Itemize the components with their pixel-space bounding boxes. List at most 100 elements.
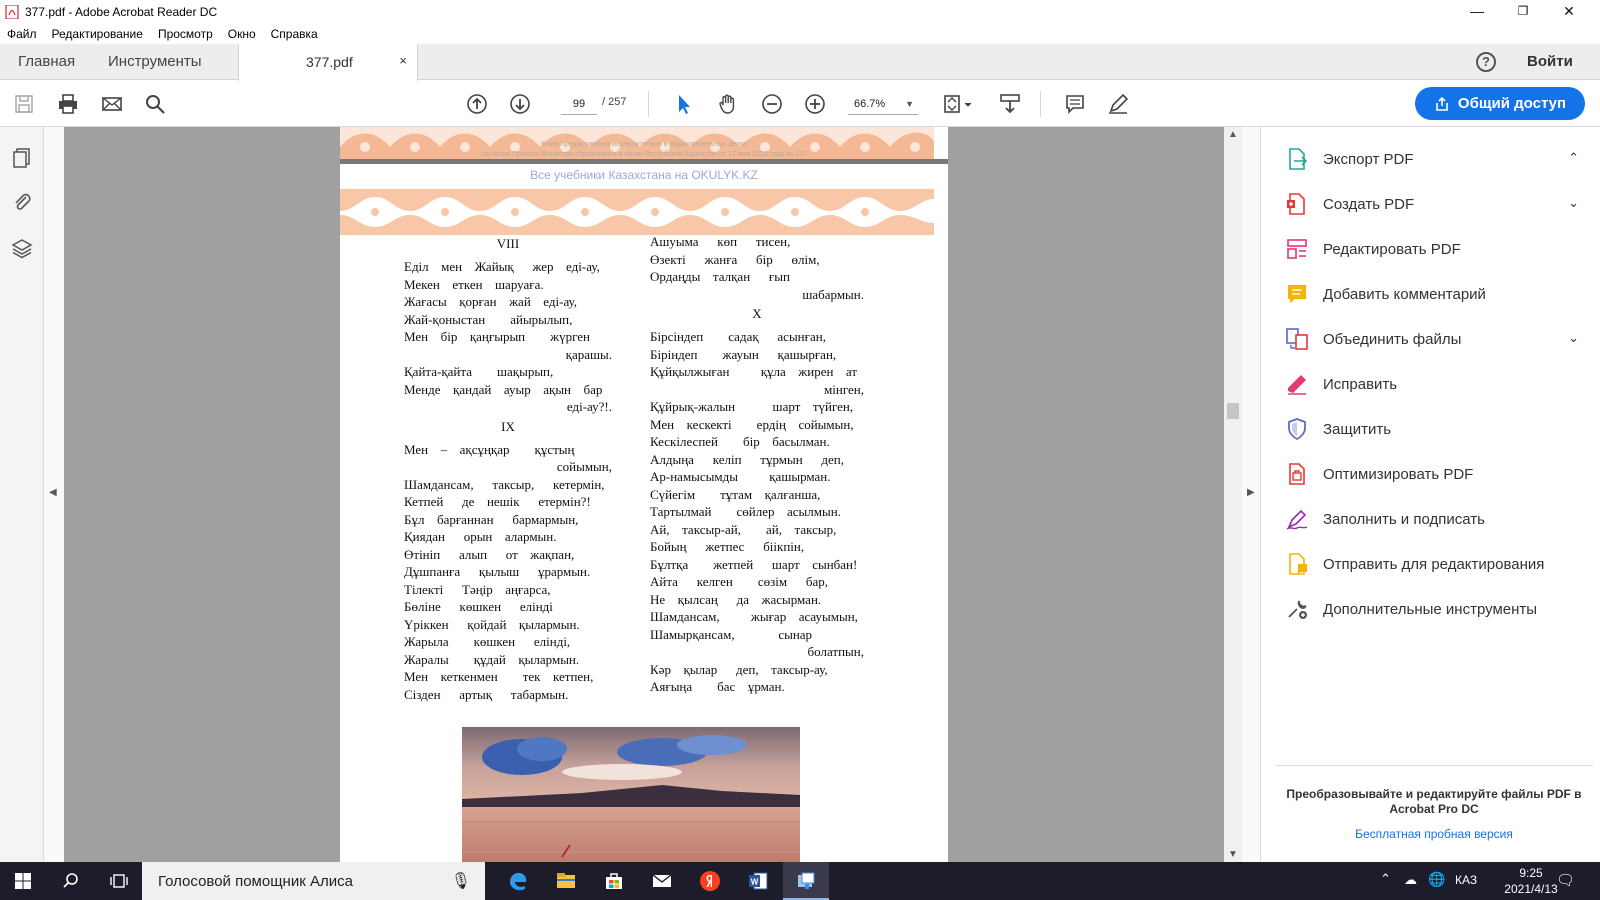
poem-line: Ар-намысымды қашырман. [650,469,831,484]
vertical-scrollbar[interactable]: ▲ ▼ [1224,127,1242,862]
attachments-icon[interactable] [11,191,33,213]
zoom-out-icon[interactable] [759,91,785,117]
chevron-down-icon[interactable]: ⌄ [1568,195,1579,211]
document-viewer[interactable]: Книга предоставлена исключительно в обра… [64,127,1224,862]
tool-item-label: Оптимизировать PDF [1323,465,1474,483]
ornament-border [340,189,934,235]
tool-item-label: Защитить [1323,420,1392,438]
tool-item-protect[interactable]: Защитить [1285,414,1585,444]
page-watermark: Все учебники Казахстана на OKULYK.KZ [530,168,758,182]
tool-item-comment[interactable]: Добавить комментарий [1285,279,1585,309]
tool-item-fix[interactable]: Исправить [1285,369,1585,399]
edit-pdf-icon [1287,239,1307,259]
active-app-icon[interactable] [783,862,829,900]
microphone-off-icon[interactable]: 🎙 [451,871,471,891]
tab-home[interactable]: Главная [18,53,75,70]
poem-line: Қиядан орын алармын. [404,529,557,544]
page-total: / 257 [602,96,627,108]
task-view-icon[interactable] [96,862,142,900]
tool-item-create-pdf[interactable]: Создать PDF ⌄ [1285,189,1585,219]
edge-browser-icon[interactable] [495,862,541,900]
poem-line: Аяғыңа бас ұрман. [650,679,785,694]
chevron-up-icon[interactable]: ⌃ [1568,150,1579,166]
word-icon[interactable]: W [735,862,781,900]
network-icon[interactable]: 🌐 [1428,871,1445,888]
show-hidden-icons-icon[interactable]: ⌃ [1380,871,1391,887]
next-page-icon[interactable] [507,91,533,117]
windows-taskbar: Голосовой помощник Алиса 🎙 W ⌃ ☁ 🌐 КАЗ 9… [0,862,1600,900]
select-tool-icon[interactable] [671,91,697,117]
right-pane-toggle[interactable]: ▶ [1242,127,1260,862]
tab-tools[interactable]: Инструменты [108,53,202,70]
layers-icon[interactable] [11,237,33,259]
scrollbar-thumb[interactable] [1227,403,1239,419]
close-window-button[interactable]: ✕ [1546,0,1592,22]
poem-line: Бойың жетпес біікпін, [650,539,805,554]
scroll-mode-icon[interactable] [997,91,1023,117]
tool-item-edit-pdf[interactable]: Редактировать PDF [1285,234,1585,264]
hand-tool-icon[interactable] [715,91,741,117]
draw-pen-icon[interactable] [1105,91,1131,117]
title-bar: 377.pdf - Adobe Acrobat Reader DC [0,0,1600,24]
tool-item-export-pdf[interactable]: Экспорт PDF ⌃ [1285,144,1585,174]
taskbar-search-icon[interactable] [48,862,94,900]
zoom-in-icon[interactable] [802,91,828,117]
fix-icon [1288,375,1306,395]
previous-page-icon[interactable] [464,91,490,117]
share-icon [1436,96,1448,111]
export-pdf-icon [1289,148,1308,170]
tab-document[interactable]: 377.pdf × [238,44,418,81]
zoom-level-select[interactable]: 66.7% ▼ [848,93,918,115]
comment-icon[interactable] [1062,91,1088,117]
poem-line: болатпын, [807,644,864,659]
share-button[interactable]: Общий доступ [1415,87,1585,120]
email-icon[interactable] [99,91,125,117]
onedrive-icon[interactable]: ☁ [1404,872,1417,888]
scroll-down-icon[interactable]: ▼ [1228,849,1238,860]
poem-line: еді-ау?!. [566,399,612,414]
svg-text:W: W [751,878,759,887]
page-number-input[interactable]: 99 [561,93,597,115]
menu-help[interactable]: Справка [271,27,318,41]
free-trial-link[interactable]: Бесплатная пробная версия [1275,827,1593,841]
tool-item-label: Создать PDF [1323,195,1415,213]
print-icon[interactable] [55,91,81,117]
input-language-indicator[interactable]: КАЗ [1455,873,1477,887]
menu-view[interactable]: Просмотр [158,27,213,41]
left-pane-toggle[interactable]: ◀ [44,127,64,862]
yandex-browser-icon[interactable] [687,862,733,900]
voice-assistant-search-box[interactable]: Голосовой помощник Алиса 🎙 [142,862,485,900]
maximize-button[interactable]: ❐ [1500,0,1546,22]
poem-section-heading: VIII [496,236,520,251]
tool-item-more-tools[interactable]: Дополнительные инструменты [1285,594,1585,624]
tool-item-optimize-pdf[interactable]: Оптимизировать PDF [1285,459,1585,489]
scroll-up-icon[interactable]: ▲ [1228,129,1238,140]
microsoft-store-icon[interactable] [591,862,637,900]
file-explorer-icon[interactable] [543,862,589,900]
minimize-button[interactable]: — [1454,0,1500,22]
create-pdf-icon [1287,193,1305,215]
poem-line: Бірсіндеп садақ асынған, [650,329,826,344]
menu-window[interactable]: Окно [228,27,256,41]
tool-item-send-review[interactable]: Отправить для редактирования [1285,549,1585,579]
signin-button[interactable]: Войти [1527,53,1573,70]
tool-item-fill-sign[interactable]: Заполнить и подписать [1285,504,1585,534]
mail-icon[interactable] [639,862,685,900]
help-icon[interactable]: ? [1476,52,1496,72]
menu-edit[interactable]: Редактирование [52,27,143,41]
page-thumbnails-icon[interactable] [11,147,33,169]
toolbar-separator [1040,91,1041,117]
close-tab-icon[interactable]: × [399,53,407,68]
windows-start-icon[interactable] [0,862,46,900]
page-fit-icon[interactable] [940,91,976,117]
menu-file[interactable]: Файл [7,27,37,41]
poem-line: Сізден артық табармын. [404,686,569,702]
save-icon[interactable] [11,91,37,117]
search-icon[interactable] [142,91,168,117]
poem-line: Өзекті жанға бір өлім, [650,251,820,267]
chevron-left-icon: ◀ [49,487,57,498]
notifications-icon[interactable]: 🗨 [1556,871,1575,889]
poem-line: Дұшпанға қылыш ұрармын. [404,564,591,579]
chevron-down-icon[interactable]: ⌄ [1568,330,1579,346]
tool-item-combine-files[interactable]: Объединить файлы ⌄ [1285,324,1585,354]
